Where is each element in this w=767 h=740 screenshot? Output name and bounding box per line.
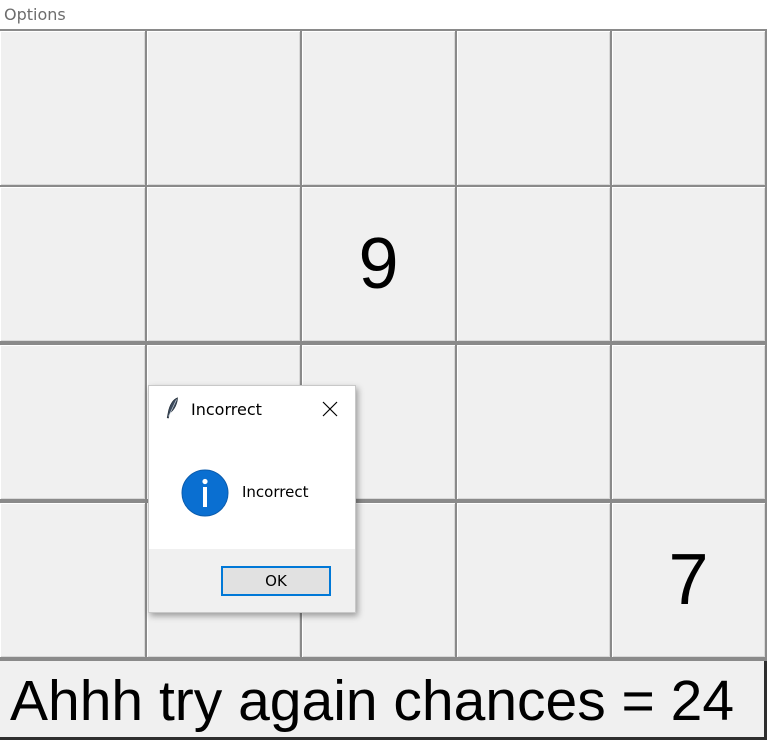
board-tile[interactable] — [457, 345, 610, 499]
dialog-title: Incorrect — [191, 400, 262, 419]
status-bar: Ahhh try again chances = 24 — [0, 659, 767, 740]
game-window: Options 97 Ahhh try again chances = 24 I… — [0, 0, 767, 740]
board-tile[interactable] — [0, 345, 145, 499]
game-board: 97 — [0, 29, 767, 659]
board-tile[interactable] — [457, 503, 610, 657]
board-tile[interactable] — [612, 345, 765, 499]
ok-button[interactable]: OK — [221, 566, 331, 596]
board-tile[interactable] — [0, 503, 145, 657]
close-icon — [322, 401, 338, 417]
dialog-message: Incorrect — [242, 483, 309, 501]
feather-icon — [166, 397, 178, 419]
board-tile[interactable] — [612, 187, 765, 341]
board-tile[interactable] — [612, 31, 765, 185]
dialog-body: Incorrect — [149, 432, 355, 549]
board-tile[interactable] — [457, 187, 610, 341]
board-tile[interactable] — [302, 31, 455, 185]
board-tile[interactable] — [0, 187, 145, 341]
menu-options[interactable]: Options — [4, 5, 66, 24]
dialog-close-button[interactable] — [315, 394, 345, 424]
board-tile[interactable] — [147, 31, 300, 185]
info-icon — [181, 469, 229, 517]
menu-bar: Options — [0, 0, 767, 30]
status-message: Ahhh try again chances = 24 — [10, 669, 735, 733]
dialog-titlebar[interactable]: Incorrect — [149, 386, 355, 432]
board-tile[interactable] — [457, 31, 610, 185]
board-tile[interactable]: 9 — [302, 187, 455, 341]
message-dialog: Incorrect Incorrect OK — [148, 385, 356, 613]
board-tile[interactable] — [0, 31, 145, 185]
board-tile[interactable] — [147, 187, 300, 341]
dialog-footer: OK — [149, 549, 355, 612]
board-tile[interactable]: 7 — [612, 503, 765, 657]
